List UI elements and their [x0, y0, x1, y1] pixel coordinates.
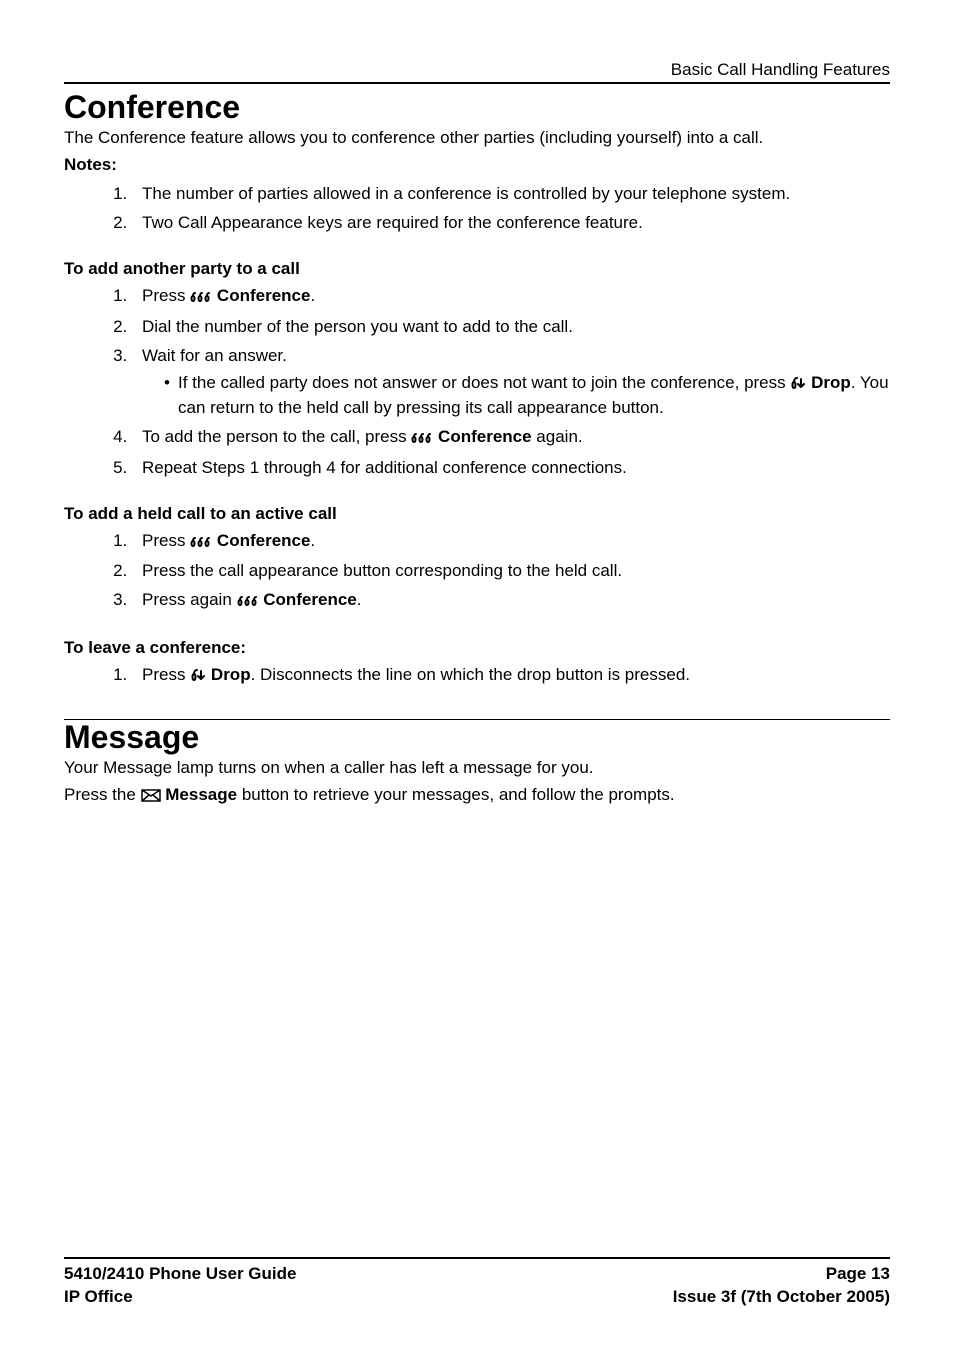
conference-label: Conference [433, 427, 531, 446]
text: Press [142, 665, 190, 684]
footer-right-2: Issue 3f (7th October 2005) [673, 1286, 890, 1309]
add-held-step-3: Press again Conference. [132, 589, 890, 614]
text: . [357, 590, 362, 609]
text: again. [532, 427, 583, 446]
header-rule [64, 82, 890, 84]
footer-left-2: IP Office [64, 1286, 133, 1309]
add-held-heading: To add a held call to an active call [64, 504, 890, 524]
conference-icon [411, 428, 433, 451]
drop-icon [790, 374, 806, 397]
header-breadcrumb: Basic Call Handling Features [64, 60, 890, 80]
add-held-step-2: Press the call appearance button corresp… [132, 560, 890, 583]
add-party-step-5: Repeat Steps 1 through 4 for additional … [132, 457, 890, 480]
text: . [310, 286, 315, 305]
notes-item-2: Two Call Appearance keys are required fo… [132, 212, 890, 235]
notes-item-1: The number of parties allowed in a confe… [132, 183, 890, 206]
page: Basic Call Handling Features Conference … [0, 0, 954, 1351]
footer-row-2: IP Office Issue 3f (7th October 2005) [64, 1286, 890, 1309]
leave-heading: To leave a conference: [64, 638, 890, 658]
text: . Disconnects the line on which the drop… [251, 665, 690, 684]
message-line-2: Press the Message button to retrieve you… [64, 784, 890, 809]
text: Wait for an answer. [142, 346, 287, 365]
notes-list: The number of parties allowed in a confe… [64, 183, 890, 235]
footer-row-1: 5410/2410 Phone User Guide Page 13 [64, 1263, 890, 1286]
conference-icon [237, 591, 259, 614]
conference-icon [190, 287, 212, 310]
message-icon [141, 786, 161, 809]
message-label: Message [161, 785, 238, 804]
add-party-heading: To add another party to a call [64, 259, 890, 279]
add-party-step-1: Press Conference. [132, 285, 890, 310]
message-title: Message [64, 720, 890, 755]
text: If the called party does not answer or d… [178, 373, 790, 392]
conference-label: Conference [212, 286, 310, 305]
drop-label: Drop [806, 373, 850, 392]
add-party-step-2: Dial the number of the person you want t… [132, 316, 890, 339]
conference-intro: The Conference feature allows you to con… [64, 127, 890, 150]
add-party-step-4: To add the person to the call, press Con… [132, 426, 890, 451]
text: Press [142, 286, 190, 305]
add-held-list: Press Conference. Press the call appeara… [64, 530, 890, 615]
drop-icon [190, 666, 206, 689]
drop-label: Drop [206, 665, 250, 684]
conference-title: Conference [64, 90, 890, 125]
text: button to retrieve your messages, and fo… [237, 785, 675, 804]
add-party-step-3-sub: If the called party does not answer or d… [142, 372, 890, 420]
leave-step-1: Press Drop. Disconnects the line on whic… [132, 664, 890, 689]
add-party-step-3-bullet: If the called party does not answer or d… [164, 372, 890, 420]
message-line-1: Your Message lamp turns on when a caller… [64, 757, 890, 780]
text: . [310, 531, 315, 550]
text: Press the [64, 785, 141, 804]
footer-left-1: 5410/2410 Phone User Guide [64, 1263, 296, 1286]
footer-rule [64, 1257, 890, 1259]
leave-list: Press Drop. Disconnects the line on whic… [64, 664, 890, 689]
footer: 5410/2410 Phone User Guide Page 13 IP Of… [64, 1257, 890, 1309]
add-held-step-1: Press Conference. [132, 530, 890, 555]
conference-label: Conference [259, 590, 357, 609]
notes-label: Notes: [64, 154, 890, 177]
add-party-step-3: Wait for an answer. If the called party … [132, 345, 890, 420]
conference-icon [190, 532, 212, 555]
conference-label: Conference [212, 531, 310, 550]
footer-right-1: Page 13 [826, 1263, 890, 1286]
add-party-list: Press Conference. Dial the number of the… [64, 285, 890, 480]
text: Press again [142, 590, 237, 609]
text: To add the person to the call, press [142, 427, 411, 446]
text: Press [142, 531, 190, 550]
